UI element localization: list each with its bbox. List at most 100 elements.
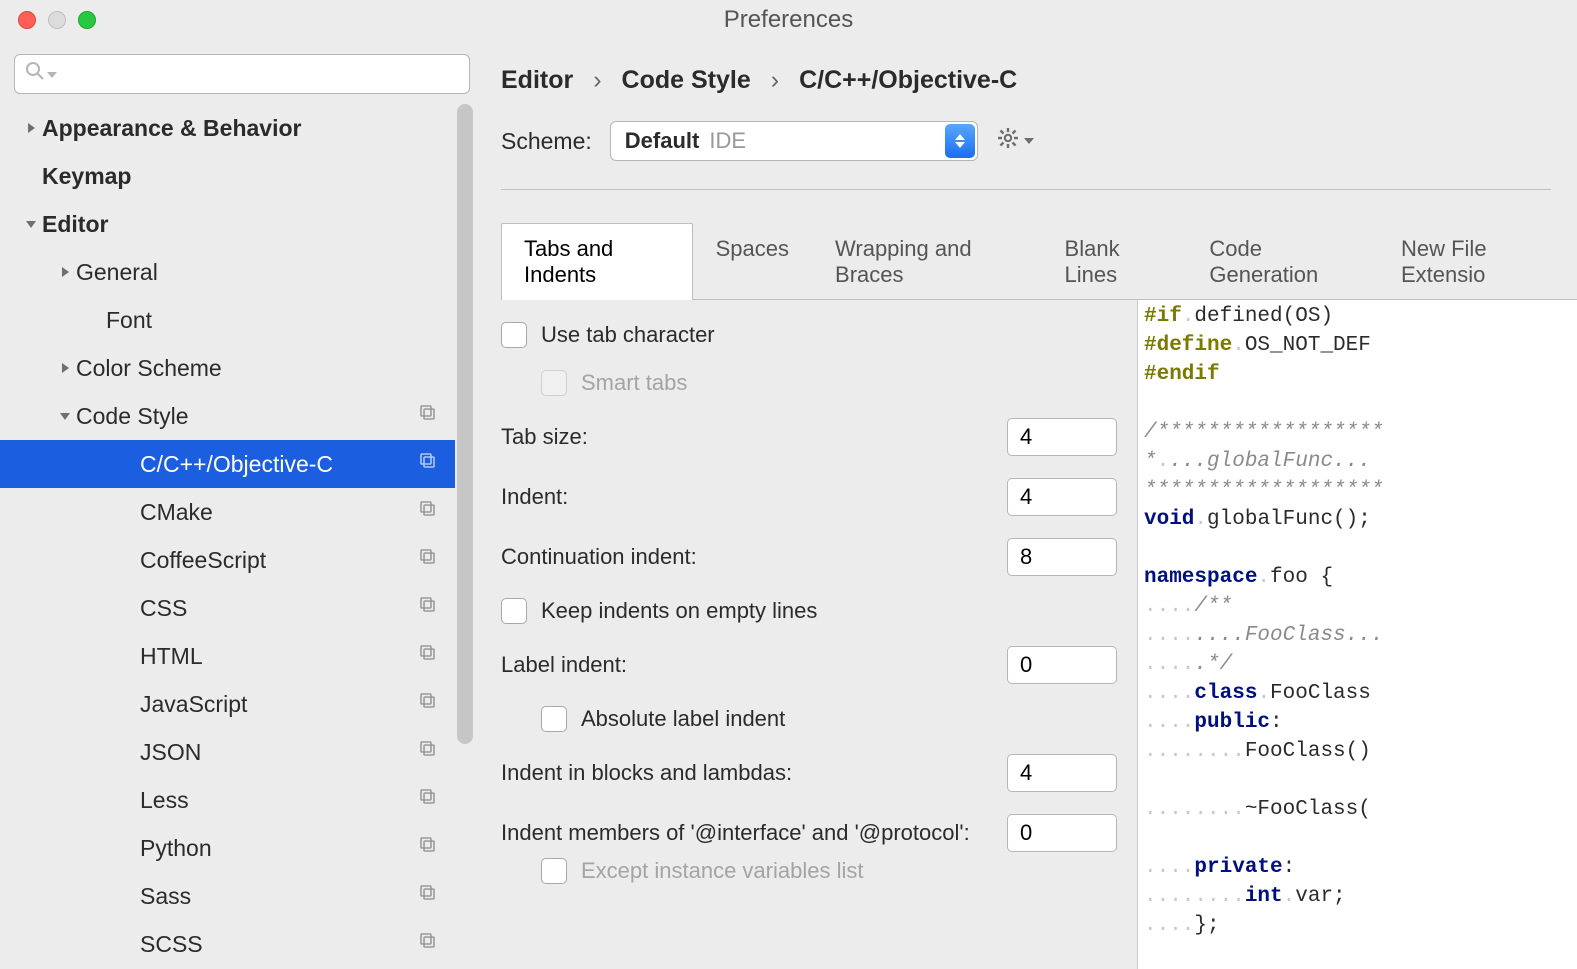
tree-item[interactable]: CSS [0, 584, 455, 632]
tree-item[interactable]: Color Scheme [0, 344, 455, 392]
tree-item-label: Editor [42, 211, 108, 238]
chevron-right-icon [20, 122, 42, 134]
tree-item-label: CoffeeScript [140, 547, 266, 574]
breadcrumb-item: C/C++/Objective-C [799, 66, 1017, 95]
updown-icon [945, 124, 975, 158]
copy-icon [419, 932, 437, 956]
keep-indents-empty-label: Keep indents on empty lines [541, 598, 817, 624]
tree-item[interactable]: Font [0, 296, 455, 344]
breadcrumb: Editor › Code Style › C/C++/Objective-C [475, 40, 1577, 115]
settings-tree: Appearance & Behavior Keymap Editor General… [0, 104, 455, 968]
tree-item[interactable]: JavaScript [0, 680, 455, 728]
tree-item-label: CMake [140, 499, 213, 526]
indent-interface-protocol-input[interactable] [1007, 814, 1117, 852]
tree-item-label: Color Scheme [76, 355, 222, 382]
indent-interface-protocol-label: Indent members of '@interface' and '@pro… [501, 820, 970, 846]
copy-icon [419, 884, 437, 908]
scheme-dropdown[interactable]: Default IDE [610, 121, 978, 161]
indent-input[interactable] [1007, 478, 1117, 516]
window-close-button[interactable] [18, 11, 36, 29]
tree-item-label: SCSS [140, 931, 203, 958]
tab[interactable]: Blank Lines [1042, 223, 1187, 300]
copy-icon [419, 452, 437, 476]
tree-item[interactable]: HTML [0, 632, 455, 680]
label-indent-label: Label indent: [501, 652, 627, 678]
copy-icon [419, 836, 437, 860]
search-input-wrapper[interactable] [14, 54, 470, 94]
code-preview: #if.defined(OS)#define.OS_NOT_DEF#endif … [1137, 300, 1577, 969]
copy-icon [419, 596, 437, 620]
tree-item-label: Appearance & Behavior [42, 115, 301, 142]
scrollbar-thumb[interactable] [457, 104, 473, 744]
search-icon [25, 61, 45, 87]
scheme-actions-button[interactable] [996, 126, 1034, 156]
dropdown-caret-icon [47, 63, 57, 86]
label-indent-input[interactable] [1007, 646, 1117, 684]
tree-item-label: Sass [140, 883, 191, 910]
tree-item[interactable]: Less [0, 776, 455, 824]
copy-icon [419, 548, 437, 572]
tree-item[interactable]: CoffeeScript [0, 536, 455, 584]
tree-item[interactable]: CMake [0, 488, 455, 536]
copy-icon [419, 740, 437, 764]
gear-icon [996, 126, 1020, 156]
divider [501, 189, 1551, 190]
tab[interactable]: Wrapping and Braces [812, 223, 1042, 300]
chevron-right-icon: › [593, 66, 601, 95]
copy-icon [419, 404, 437, 428]
tab[interactable]: Tabs and Indents [501, 223, 693, 300]
except-instance-vars-label: Except instance variables list [581, 858, 863, 884]
tab-size-label: Tab size: [501, 424, 588, 450]
window-minimize-button[interactable] [48, 11, 66, 29]
search-input[interactable] [57, 63, 469, 86]
tree-item[interactable]: JSON [0, 728, 455, 776]
tree-item-label: Less [140, 787, 189, 814]
tree-item[interactable]: Editor [0, 200, 455, 248]
window-title: Preferences [724, 6, 853, 34]
tree-item[interactable]: Python [0, 824, 455, 872]
indent-label: Indent: [501, 484, 568, 510]
window-zoom-button[interactable] [78, 11, 96, 29]
tree-item[interactable]: C/C++/Objective-C [0, 440, 455, 488]
keep-indents-empty-checkbox[interactable] [501, 598, 527, 624]
scheme-scope: IDE [709, 128, 746, 154]
sidebar-scrollbar[interactable] [455, 104, 475, 969]
tree-item-label: Code Style [76, 403, 189, 430]
tree-item[interactable]: Sass [0, 872, 455, 920]
tab[interactable]: New File Extensio [1378, 223, 1577, 300]
indent-blocks-input[interactable] [1007, 754, 1117, 792]
use-tab-character-checkbox[interactable] [501, 322, 527, 348]
tree-item-label: Font [106, 307, 152, 334]
copy-icon [419, 644, 437, 668]
continuation-indent-label: Continuation indent: [501, 544, 697, 570]
indent-blocks-label: Indent in blocks and lambdas: [501, 760, 792, 786]
tree-item-label: Keymap [42, 163, 131, 190]
tree-item[interactable]: Appearance & Behavior [0, 104, 455, 152]
tree-item[interactable]: General [0, 248, 455, 296]
tree-item[interactable]: SCSS [0, 920, 455, 968]
tree-item[interactable]: Keymap [0, 152, 455, 200]
sidebar: Appearance & Behavior Keymap Editor General… [0, 40, 475, 969]
continuation-indent-input[interactable] [1007, 538, 1117, 576]
tabs: Tabs and IndentsSpacesWrapping and Brace… [501, 222, 1577, 300]
tabs-indents-form: Use tab character Smart tabs Tab size: I… [475, 300, 1137, 969]
smart-tabs-label: Smart tabs [581, 370, 687, 396]
tab[interactable]: Spaces [693, 223, 812, 300]
tab[interactable]: Code Generation [1186, 223, 1378, 300]
chevron-down-icon [20, 218, 42, 230]
absolute-label-indent-checkbox[interactable] [541, 706, 567, 732]
tree-item-label: C/C++/Objective-C [140, 451, 333, 478]
scheme-label: Scheme: [501, 128, 592, 155]
tab-size-input[interactable] [1007, 418, 1117, 456]
copy-icon [419, 788, 437, 812]
titlebar: Preferences [0, 0, 1577, 40]
tree-item-label: CSS [140, 595, 187, 622]
tree-item-label: JavaScript [140, 691, 247, 718]
chevron-right-icon [54, 266, 76, 278]
tree-item[interactable]: Code Style [0, 392, 455, 440]
absolute-label-indent-label: Absolute label indent [581, 706, 785, 732]
chevron-right-icon: › [771, 66, 779, 95]
except-instance-vars-checkbox[interactable] [541, 858, 567, 884]
scheme-value: Default [625, 128, 700, 154]
breadcrumb-item: Code Style [622, 66, 751, 95]
